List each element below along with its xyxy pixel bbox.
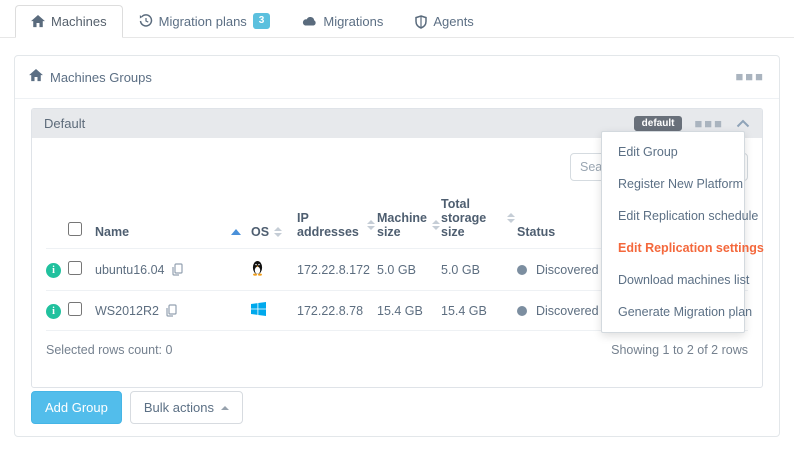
ip-address: 172.22.8.172 [297,263,370,277]
menu-item-edit-group[interactable]: Edit Group [602,136,744,168]
col-header-ip: IP addresses [297,191,377,249]
windows-os-icon [251,305,266,319]
migration-plans-count-badge: 3 [253,13,271,29]
sort-asc-icon[interactable] [231,229,241,235]
total-storage-size: 15.4 GB [441,304,487,318]
history-icon [139,14,153,28]
cloud-icon [302,16,317,27]
sort-icon[interactable] [367,220,375,230]
group-context-menu: Edit Group Register New Platform Edit Re… [601,131,745,333]
sort-icon[interactable] [507,213,515,223]
copy-icon[interactable] [172,263,183,276]
info-icon[interactable]: i [46,263,61,278]
col-header-total-storage: Total storage size [441,191,517,249]
select-all-header [68,191,95,249]
bulk-actions-label: Bulk actions [144,400,214,415]
tab-label: Migrations [323,14,383,29]
col-header-os: OS [251,191,297,249]
machine-size: 5.0 GB [377,263,416,277]
machine-name: WS2012R2 [95,304,159,318]
tab-machines[interactable]: Machines [15,5,123,38]
caret-up-icon [221,406,229,410]
table-footer: Selected rows count: 0 Showing 1 to 2 of… [32,331,762,369]
col-label-os: OS [251,225,269,239]
main-tab-bar: Machines Migration plans 3 Migrations Ag… [0,0,794,38]
row-checkbox[interactable] [68,302,82,316]
ip-address: 172.22.8.78 [297,304,363,318]
add-group-button[interactable]: Add Group [31,391,122,424]
menu-item-edit-replication-settings[interactable]: Edit Replication settings [602,232,744,264]
bulk-actions-button[interactable]: Bulk actions [130,391,243,424]
col-label-ip: IP addresses [297,211,362,239]
row-checkbox[interactable] [68,261,82,275]
group-name: Default [44,116,85,131]
tab-label: Migration plans [159,14,247,29]
col-header-name: Name [95,191,251,249]
tab-label: Agents [433,14,473,29]
home-icon [31,15,45,28]
col-label-name: Name [95,225,129,239]
col-label-total-storage: Total storage size [441,197,502,239]
col-header-machine-size: Machine size [377,191,441,249]
tab-label: Machines [51,14,107,29]
panel-menu-ellipsis-icon[interactable]: ■■■ [735,73,765,81]
status-label: Discovered [536,304,599,318]
page: Machines Migration plans 3 Migrations Ag… [0,0,794,453]
sort-icon[interactable] [432,220,440,230]
home-icon [29,69,43,85]
panel-title-text: Machines Groups [50,70,152,85]
panel-header: Machines Groups ■■■ [15,56,779,99]
shield-icon [415,15,427,29]
copy-icon[interactable] [166,304,177,317]
tab-migrations[interactable]: Migrations [286,5,399,38]
col-label-status: Status [517,225,555,239]
status-dot [517,306,527,316]
info-icon[interactable]: i [46,304,61,319]
info-column-header [46,191,68,249]
menu-item-register-new-platform[interactable]: Register New Platform [602,168,744,200]
chevron-up-icon[interactable] [736,119,750,128]
machine-size: 15.4 GB [377,304,423,318]
panel-title: Machines Groups [29,69,152,85]
status-label: Discovered [536,263,599,277]
linux-os-icon [251,265,264,279]
menu-item-generate-migration-plan[interactable]: Generate Migration plan [602,296,744,328]
total-storage-size: 5.0 GB [441,263,480,277]
col-label-machine-size: Machine size [377,211,427,239]
select-all-checkbox[interactable] [68,222,82,236]
selected-rows-count: Selected rows count: 0 [46,343,172,357]
tab-agents[interactable]: Agents [399,5,489,38]
group-type-badge: default [634,116,683,131]
bottom-actions: Add Group Bulk actions [31,391,243,424]
menu-item-edit-replication-schedule[interactable]: Edit Replication schedule [602,200,744,232]
showing-rows-label: Showing 1 to 2 of 2 rows [611,343,748,357]
group-menu-ellipsis-icon[interactable]: ■■■ [694,120,724,128]
menu-item-download-machines-list[interactable]: Download machines list [602,264,744,296]
tab-migration-plans[interactable]: Migration plans 3 [123,4,287,38]
status-dot [517,265,527,275]
sort-icon[interactable] [274,227,282,237]
machine-name: ubuntu16.04 [95,263,165,277]
